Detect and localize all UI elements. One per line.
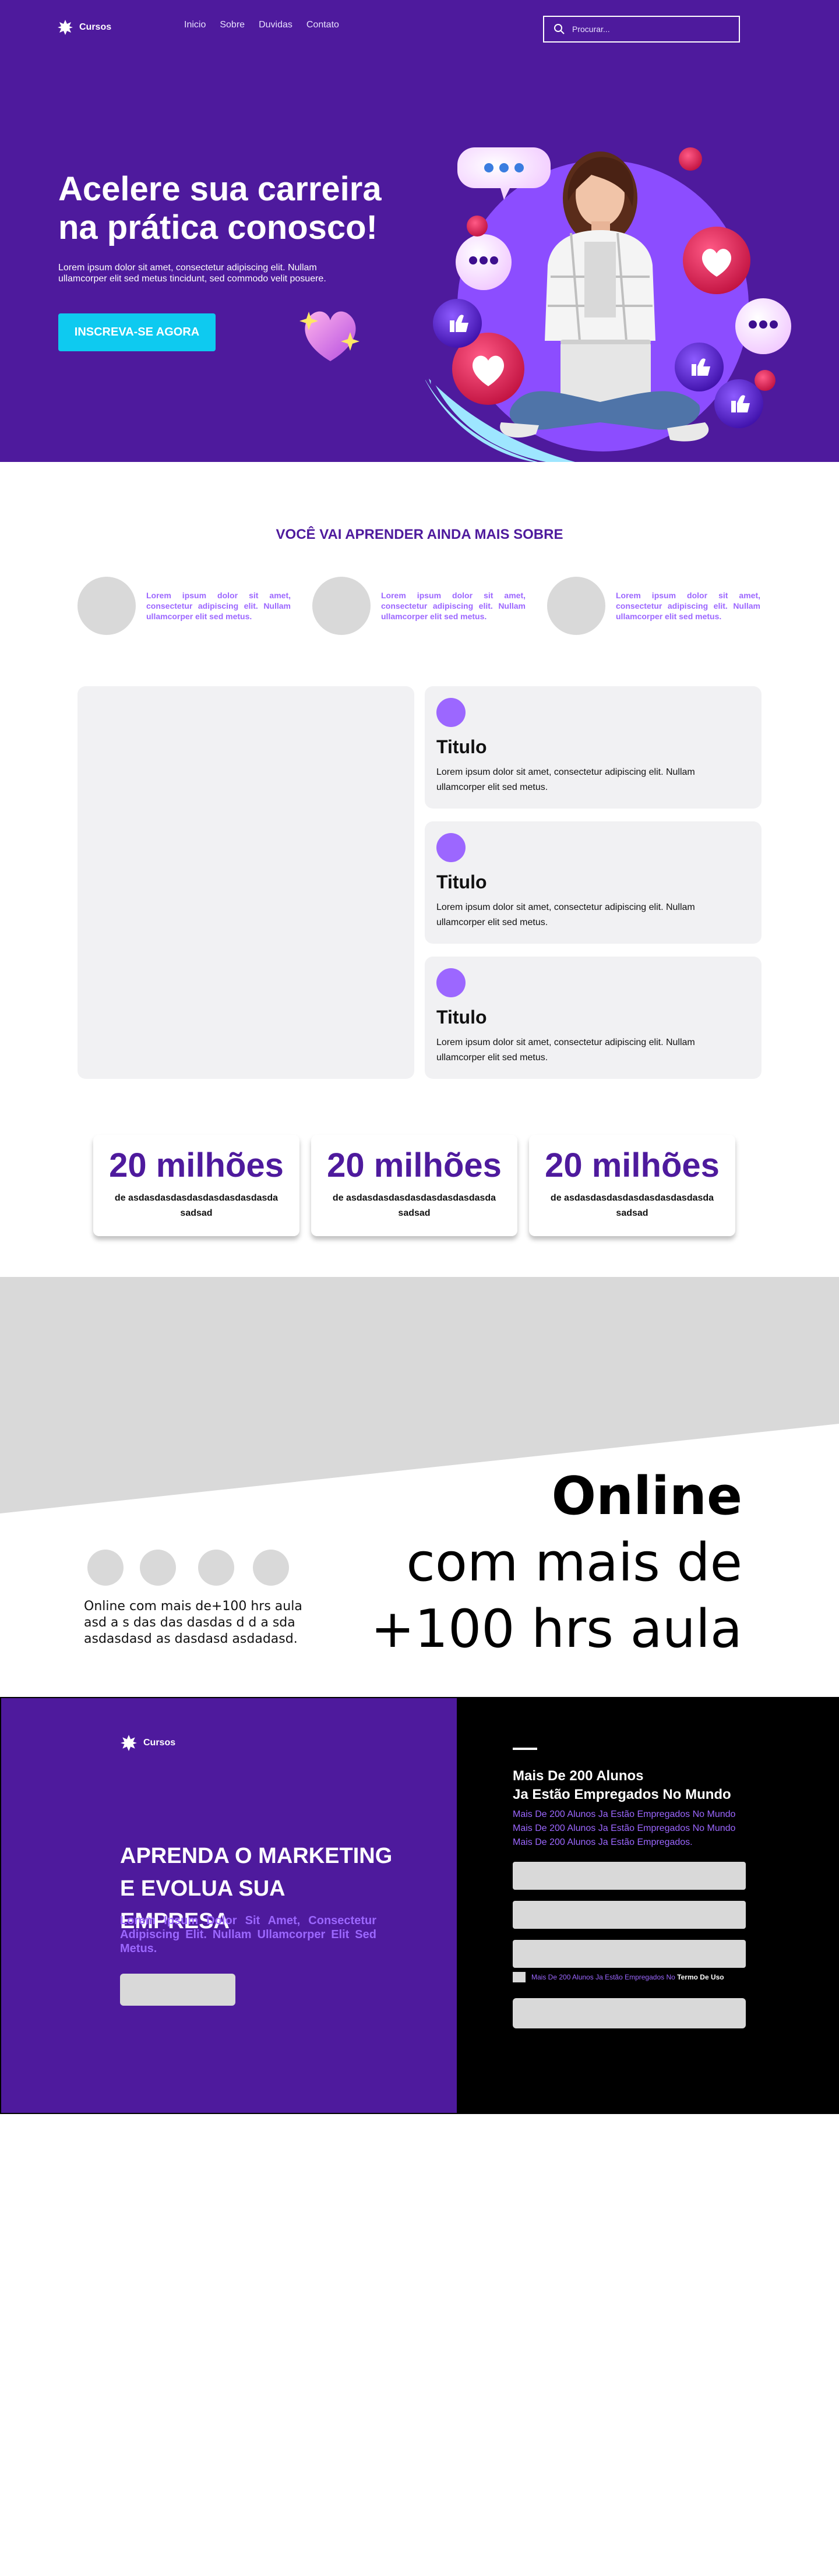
form-divider	[513, 1748, 537, 1750]
avatar	[140, 1550, 176, 1586]
hero-title: Acelere sua carreira na prática conosco!	[58, 170, 396, 247]
subscribe-button[interactable]: INSCREVA-SE AGORA	[58, 313, 216, 351]
footer-text: Lorem Ipsum Dolor Sit Amet, Consectetur …	[120, 1914, 376, 1955]
stat-number: 20 milhões	[327, 1146, 502, 1184]
hero-illustration	[425, 147, 791, 462]
stat-label: de asdasdasdasdasdasdasdasdasda sadsad	[332, 1193, 496, 1218]
feature-text: Lorem ipsum dolor sit amet, consectetur …	[436, 902, 695, 927]
avatar	[253, 1550, 289, 1586]
heart-sparkle-icon	[299, 311, 359, 361]
stat-label: de asdasdasdasdasdasdasdasdasda sadsad	[114, 1193, 279, 1218]
feature-title: Titulo	[436, 1007, 487, 1028]
online-headline-line-2: com mais de	[406, 1532, 742, 1593]
nav-link-inicio[interactable]: Inicio	[184, 20, 206, 30]
form-subtitle-line: Mais De 200 Alunos Ja Estão Empregados N…	[513, 1809, 736, 1819]
form-field-3[interactable]	[513, 1940, 746, 1968]
hero-title-line-2: na prática conosco!	[58, 209, 378, 246]
form-field-2[interactable]	[513, 1901, 746, 1929]
stat-number: 20 milhões	[545, 1146, 720, 1184]
form-title-line-2: Ja Estão Empregados No Mundo	[513, 1787, 731, 1802]
learn-item-text: Lorem ipsum dolor sit amet, consectetur …	[616, 591, 760, 621]
search-input[interactable]	[572, 24, 724, 34]
search-icon	[554, 24, 565, 34]
avatar	[87, 1550, 124, 1586]
nav-link-sobre[interactable]: Sobre	[220, 20, 245, 30]
terms-link[interactable]: Termo De Uso	[677, 1973, 724, 1981]
feature-card: Titulo Lorem ipsum dolor sit amet, conse…	[425, 686, 762, 809]
learn-item-image	[312, 577, 371, 635]
signup-form-panel: Mais De 200 Alunos Ja Estão Empregados N…	[458, 1697, 839, 2114]
logo-icon	[58, 20, 73, 35]
avatar	[198, 1550, 234, 1586]
feature-title: Titulo	[436, 736, 487, 757]
search-box[interactable]	[543, 16, 740, 43]
hero-title-line-1: Acelere sua carreira	[58, 170, 382, 208]
feature-card: Titulo Lorem ipsum dolor sit amet, conse…	[425, 957, 762, 1079]
footer-title-line-1: APRENDA O MARKETING	[120, 1844, 393, 1868]
nav-link-duvidas[interactable]: Duvidas	[259, 20, 292, 30]
online-section: Online com mais de +100 hrs aula Online …	[0, 1277, 839, 1698]
terms-checkbox[interactable]	[513, 1972, 526, 1982]
nav-links: Inicio Sobre Duvidas Contato	[184, 20, 339, 30]
stat-card: 20 milhões de asdasdasdasdasdasdasdasdas…	[93, 1135, 299, 1236]
online-headline-line-1: Online	[551, 1466, 742, 1527]
feature-image-placeholder	[77, 686, 414, 1079]
avatar-group	[87, 1550, 289, 1586]
terms-label: Mais De 200 Alunos Ja Estão Empregados N…	[531, 1973, 724, 1981]
footer-button[interactable]	[120, 1974, 235, 2006]
form-submit-button[interactable]	[513, 1998, 746, 2028]
stat-card: 20 milhões de asdasdasdasdasdasdasdasdas…	[529, 1135, 735, 1236]
learn-item-image	[547, 577, 605, 635]
nav-link-contato[interactable]: Contato	[306, 20, 339, 30]
feature-icon	[436, 698, 466, 727]
learn-item: Lorem ipsum dolor sit amet, consectetur …	[77, 577, 291, 635]
learn-item-image	[77, 577, 136, 635]
online-text: Online com mais de+100 hrs aula asd a s …	[84, 1599, 302, 1646]
logo-text: Cursos	[79, 22, 112, 32]
feature-title: Titulo	[436, 871, 487, 892]
terms-checkbox-row[interactable]: Mais De 200 Alunos Ja Estão Empregados N…	[513, 1972, 724, 1982]
form-title: Mais De 200 Alunos Ja Estão Empregados N…	[513, 1767, 731, 1804]
learn-list: Lorem ipsum dolor sit amet, consectetur …	[77, 577, 760, 635]
feature-text: Lorem ipsum dolor sit amet, consectetur …	[436, 767, 695, 792]
footer-cta-panel: Cursos APRENDA O MARKETING E EVOLUA SUA …	[0, 1697, 458, 2114]
learn-section-title: VOCÊ VAI APRENDER AINDA MAIS SOBRE	[276, 527, 563, 542]
stat-card: 20 milhões de asdasdasdasdasdasdasdasdas…	[311, 1135, 517, 1236]
form-field-1[interactable]	[513, 1862, 746, 1890]
footer-logo[interactable]: Cursos	[120, 1734, 175, 1752]
online-headline-line-3: +100 hrs aula	[371, 1598, 742, 1660]
hero-section: Cursos Inicio Sobre Duvidas Contato Acel…	[0, 0, 839, 462]
feature-text: Lorem ipsum dolor sit amet, consectetur …	[436, 1038, 695, 1063]
feature-card: Titulo Lorem ipsum dolor sit amet, conse…	[425, 821, 762, 944]
learn-item-text: Lorem ipsum dolor sit amet, consectetur …	[381, 591, 526, 621]
top-nav: Cursos Inicio Sobre Duvidas Contato	[0, 0, 839, 55]
form-subtitle: Mais De 200 Alunos Ja Estão Empregados N…	[513, 1808, 757, 1850]
learn-item: Lorem ipsum dolor sit amet, consectetur …	[547, 577, 760, 635]
form-title-line-1: Mais De 200 Alunos	[513, 1768, 644, 1784]
logo[interactable]: Cursos	[57, 19, 111, 36]
stat-number: 20 milhões	[109, 1146, 284, 1184]
stat-label: de asdasdasdasdasdasdasdasdasda sadsad	[550, 1193, 714, 1218]
footer-logo-text: Cursos	[143, 1738, 176, 1748]
form-subtitle-line: Mais De 200 Alunos Ja Estão Empregados.	[513, 1837, 693, 1847]
learn-item-text: Lorem ipsum dolor sit amet, consectetur …	[146, 591, 291, 621]
learn-item: Lorem ipsum dolor sit amet, consectetur …	[312, 577, 526, 635]
feature-icon	[436, 833, 466, 862]
form-subtitle-line: Mais De 200 Alunos Ja Estão Empregados N…	[513, 1823, 736, 1833]
logo-icon	[121, 1735, 137, 1751]
feature-icon	[436, 968, 466, 997]
online-headline: Online com mais de +100 hrs aula	[371, 1463, 742, 1663]
hero-text: Lorem ipsum dolor sit amet, consectetur …	[58, 263, 326, 284]
